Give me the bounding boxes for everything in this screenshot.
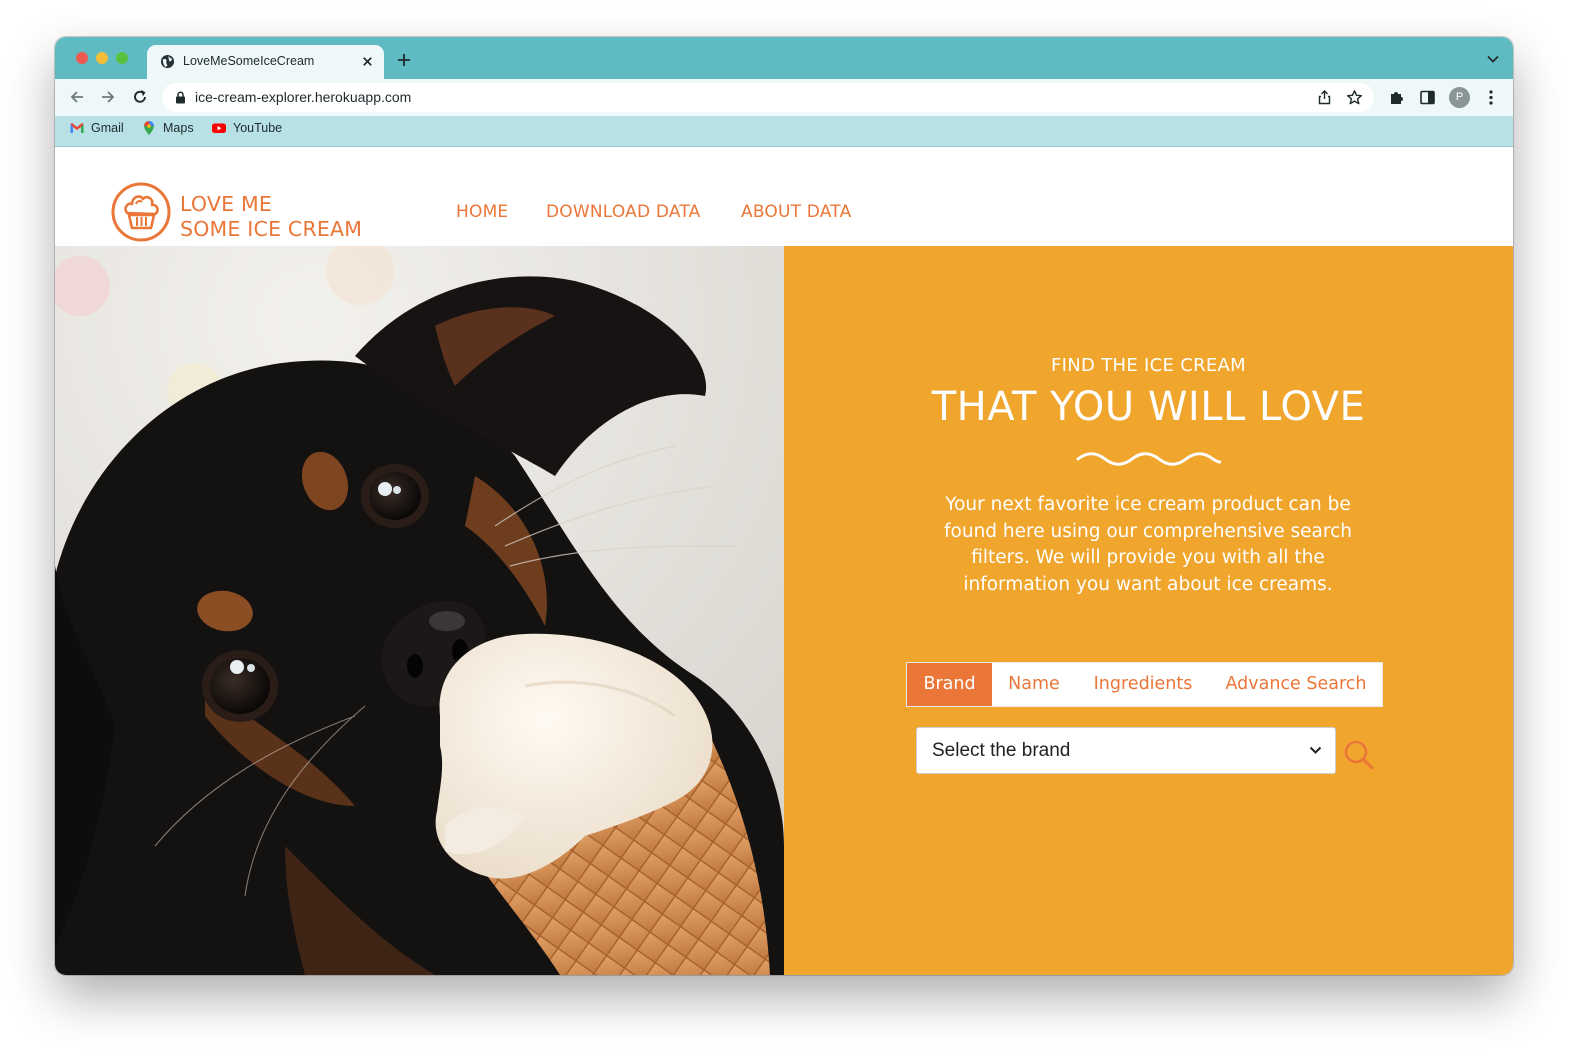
browser-tab-active[interactable]: LoveMeSomeIceCream [147,45,384,79]
profile-avatar[interactable]: P [1449,87,1470,108]
close-icon[interactable] [360,54,375,69]
site-logo-text[interactable]: LOVE ME SOME ICE CREAM [180,192,362,242]
dog-with-ice-cream-cone-photo [55,246,784,975]
address-bar[interactable]: ice-cream-explorer.herokuapp.com [162,83,1374,112]
share-icon[interactable] [1317,90,1332,105]
side-panel-icon[interactable] [1419,89,1436,106]
more-menu-icon[interactable] [1484,89,1498,106]
new-tab-icon[interactable] [396,52,412,68]
brand-select-value: Select the brand [932,740,1071,761]
tab-strip: LoveMeSomeIceCream [55,37,1513,79]
forward-arrow-icon[interactable] [99,88,117,106]
chevron-down-icon[interactable] [1487,55,1499,63]
bookmarks-bar: Gmail Maps YouTube [55,116,1513,147]
tab-name[interactable]: Name [992,663,1076,706]
web-page: LOVE ME SOME ICE CREAM HOME DOWNLOAD DAT… [55,147,1513,975]
globe-icon [160,54,175,69]
hero-description: Your next favorite ice cream product can… [944,494,1352,596]
browser-toolbar: ice-cream-explorer.herokuapp.com P [55,79,1513,116]
nav-home[interactable]: HOME [456,202,508,222]
close-window-button[interactable] [76,52,88,64]
minimize-window-button[interactable] [96,52,108,64]
bookmark-gmail[interactable]: Gmail [69,120,124,136]
gmail-icon [70,123,84,133]
chevron-down-icon [1309,746,1322,754]
logo-line-2: SOME ICE CREAM [180,217,363,241]
extensions-puzzle-icon[interactable] [1388,89,1405,106]
youtube-icon [212,123,226,133]
bookmark-label: Gmail [91,121,124,135]
maximize-window-button[interactable] [116,52,128,64]
tab-brand[interactable]: Brand [907,663,992,706]
hero-headline: THAT YOU WILL LOVE [931,384,1366,430]
ice-cream-cupcake-logo-icon[interactable] [110,181,172,243]
tab-advance-search[interactable]: Advance Search [1210,663,1382,706]
wave-divider-icon [1076,452,1221,466]
lock-icon [176,91,185,104]
bookmark-youtube[interactable]: YouTube [211,120,282,136]
search-tabs: Brand Name Ingredients Advance Search [906,662,1383,707]
logo-line-1: LOVE ME [180,192,272,216]
tab-ingredients[interactable]: Ingredients [1076,663,1210,706]
search-icon[interactable] [1343,739,1375,771]
reload-icon[interactable] [131,88,149,106]
nav-about-data[interactable]: ABOUT DATA [741,202,851,222]
hero-kicker: FIND THE ICE CREAM [1051,355,1246,376]
url-text: ice-cream-explorer.herokuapp.com [195,89,412,105]
brand-select[interactable]: Select the brand [916,727,1336,774]
hero-search-panel: FIND THE ICE CREAM THAT YOU WILL LOVE Yo… [784,246,1513,975]
browser-window: LoveMeSomeIceCream ice-cream-explorer.he… [55,37,1513,975]
bookmark-label: Maps [163,121,194,135]
nav-download-data[interactable]: DOWNLOAD DATA [546,202,700,222]
tab-title: LoveMeSomeIceCream [183,54,315,68]
maps-icon [144,121,154,135]
back-arrow-icon[interactable] [68,88,86,106]
bookmark-maps[interactable]: Maps [141,120,194,136]
bookmark-label: YouTube [233,121,283,135]
site-header: LOVE ME SOME ICE CREAM HOME DOWNLOAD DAT… [55,147,1513,246]
bookmark-star-icon[interactable] [1346,89,1363,106]
